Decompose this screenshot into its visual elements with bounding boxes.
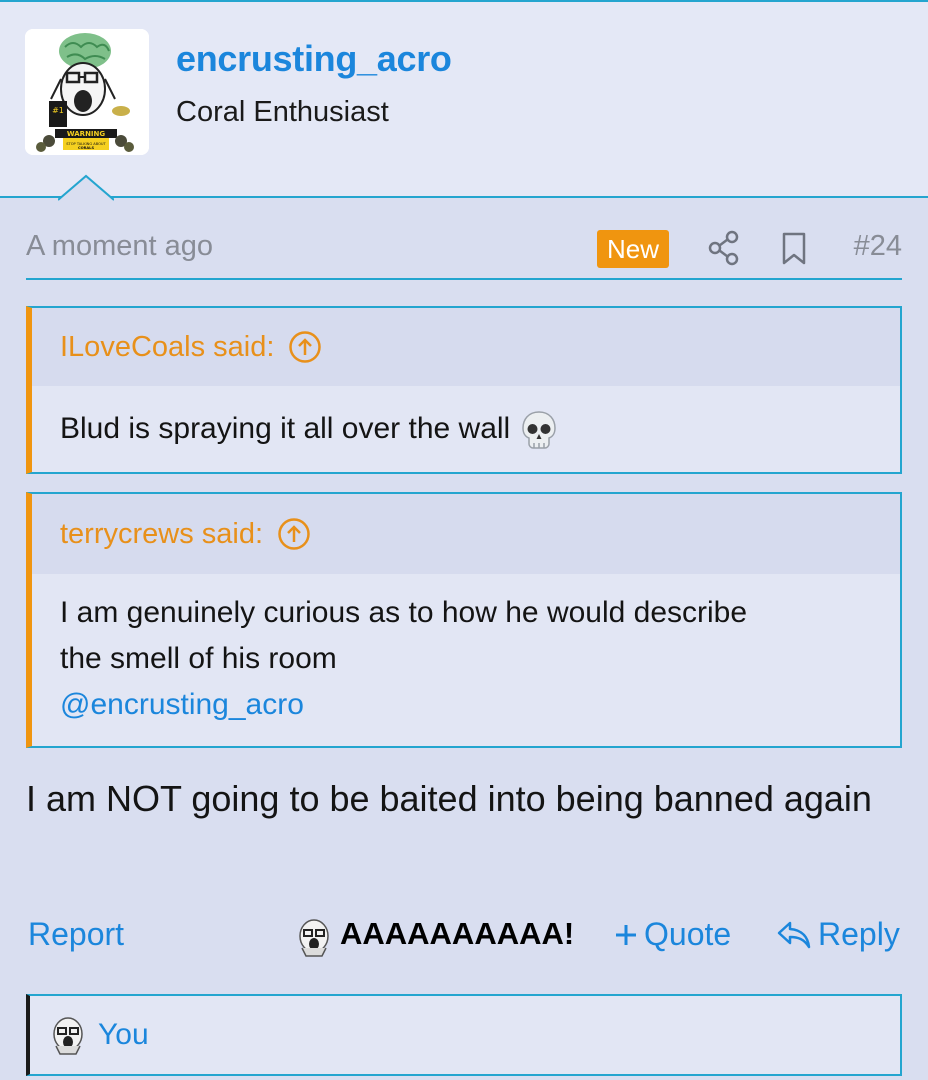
avatar[interactable]: #1 WARNING STOP TALKING ABOUT CORALS — [25, 29, 149, 155]
reply-avatar-icon — [53, 1017, 83, 1055]
jump-to-quote-icon[interactable] — [277, 517, 311, 551]
share-icon[interactable] — [708, 230, 740, 266]
new-badge: New — [597, 230, 670, 268]
quote-line: I am genuinely curious as to how he woul… — [60, 596, 748, 629]
quote-button[interactable]: Quote — [614, 916, 731, 953]
post-number[interactable]: #24 — [854, 230, 902, 263]
quote-author[interactable]: terrycrews said: — [60, 518, 263, 551]
quote-block: terrycrews said: I am genuinely curious … — [26, 492, 902, 748]
reaction-label[interactable]: AAAAAAAAAA! — [340, 916, 574, 952]
user-header: #1 WARNING STOP TALKING ABOUT CORALS enc… — [0, 0, 928, 198]
quote-text: Blud is spraying it all over the wall — [60, 412, 511, 445]
svg-text:CORALS: CORALS — [78, 146, 95, 150]
reply-editor[interactable]: You — [26, 994, 902, 1076]
reply-user-label: You — [98, 1018, 149, 1051]
quote-body: I am genuinely curious as to how he woul… — [32, 574, 900, 728]
post-actions: Report AAAAAAAAAA! Quote Reply — [0, 912, 928, 962]
quote-body: Blud is spraying it all over the wall — [32, 386, 900, 452]
quote-block: ILoveCoals said: Blud is spraying it all… — [26, 306, 902, 474]
header-notch — [58, 174, 114, 201]
post-time[interactable]: A moment ago — [26, 230, 213, 263]
user-mention-link[interactable]: @encrusting_acro — [60, 682, 872, 728]
quote-author[interactable]: ILoveCoals said: — [60, 331, 274, 364]
jump-to-quote-icon[interactable] — [288, 330, 322, 364]
bookmark-icon[interactable] — [780, 232, 808, 266]
username[interactable]: encrusting_acro — [176, 38, 452, 80]
plus-icon — [616, 924, 636, 945]
skull-icon — [522, 411, 556, 449]
reply-button[interactable]: Reply — [776, 916, 900, 953]
quote-line: the smell of his room — [60, 642, 337, 675]
svg-text:#1: #1 — [52, 106, 64, 115]
quote-header: terrycrews said: — [32, 494, 900, 574]
post-meta: A moment ago New #24 — [26, 224, 902, 280]
reply-arrow-icon — [777, 921, 811, 948]
svg-text:WARNING: WARNING — [67, 130, 106, 138]
reply-button-label: Reply — [818, 916, 900, 952]
quote-button-label: Quote — [644, 916, 732, 952]
avatar-image: #1 WARNING STOP TALKING ABOUT CORALS — [25, 29, 149, 155]
post-body: I am NOT going to be baited into being b… — [26, 778, 872, 819]
user-title: Coral Enthusiast — [176, 96, 389, 128]
reaction-face-icon — [299, 919, 329, 957]
quote-header: ILoveCoals said: — [32, 308, 900, 386]
report-link[interactable]: Report — [28, 916, 124, 953]
